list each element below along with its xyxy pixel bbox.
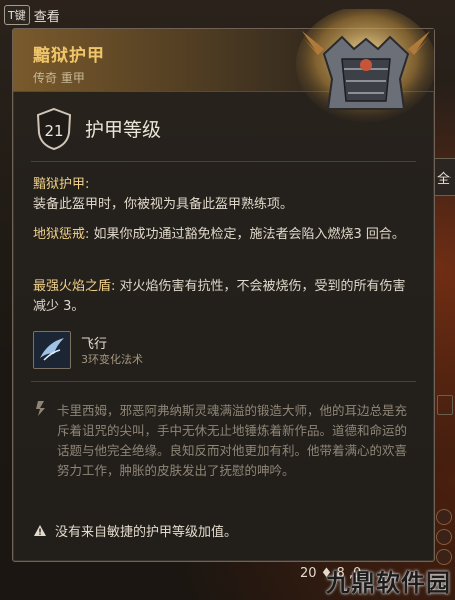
item-tooltip: 黯狱护甲 传奇 重甲 21 护甲等级 黯狱护甲: 装备此盔甲时，你被视为具备此盔… (12, 9, 435, 562)
effect-title: 最强火焰之盾: (33, 279, 116, 294)
item-name: 黯狱护甲 (33, 46, 105, 66)
armor-class-label: 护甲等级 (85, 119, 162, 141)
quote-icon (36, 401, 45, 416)
divider (31, 381, 416, 382)
side-icon-strip (433, 505, 455, 569)
status-icon[interactable] (436, 509, 452, 525)
warning-icon (34, 525, 46, 536)
effect-text: 装备此盔甲时，你被视为具备此盔甲熟练项。 (33, 197, 294, 212)
lore-text: 卡里西姆，邪恶阿弗纳斯灵魂满溢的锻造大师，他的耳边总是充斥着诅咒的尖叫，手中无休… (57, 403, 408, 478)
dex-warning: 没有来自敏捷的护甲等级加值。 (33, 521, 237, 540)
shield-icon: 21 (36, 107, 72, 151)
effect-block: 黯狱护甲: 装备此盔甲时，你被视为具备此盔甲熟练项。 (33, 175, 411, 215)
armor-icon (296, 9, 434, 122)
effect-title: 黯狱护甲: (33, 177, 90, 192)
effect-block: 地狱惩戒: 如果你成功通过豁免检定，施法者会陷入燃烧3 回合。 (33, 225, 411, 245)
spell-name: 飞行 (81, 337, 108, 352)
view-label[interactable]: 查看 (34, 6, 60, 25)
item-rarity-type: 传奇 重甲 (33, 71, 85, 85)
top-bar: T键 查看 (0, 0, 94, 30)
spell-level: 3环变化法术 (81, 353, 143, 366)
divider (31, 161, 416, 162)
hotkey-badge: T键 (4, 5, 30, 25)
right-edge-label: 全部 (437, 171, 451, 187)
warning-text: 没有来自敏捷的护甲等级加值。 (55, 525, 238, 540)
effect-title: 地狱惩戒: (33, 227, 90, 242)
right-edge-tab[interactable]: 全部 (432, 158, 455, 196)
fly-spell-icon (33, 331, 71, 369)
granted-spell[interactable]: 飞行 3环变化法术 (33, 331, 333, 371)
effect-text: 如果你成功通过豁免检定，施法者会陷入燃烧3 回合。 (93, 227, 405, 242)
status-icon[interactable] (436, 529, 452, 545)
effect-block: 最强火焰之盾: 对火焰伤害有抗性，不会被烧伤，受到的所有伤害减少 3。 (33, 277, 411, 317)
armor-class-value: 21 (44, 122, 63, 140)
side-scroll-button[interactable] (437, 395, 453, 415)
watermark-logo: 九鼎软件园 (326, 569, 451, 597)
